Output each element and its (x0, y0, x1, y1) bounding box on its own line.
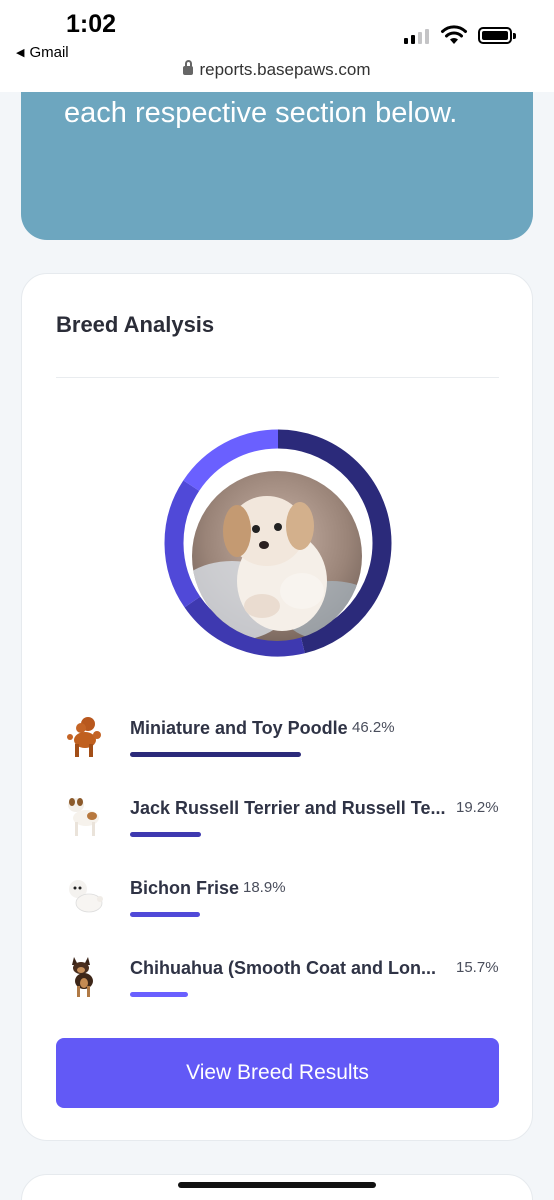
divider (56, 377, 499, 378)
url-text: reports.basepaws.com (199, 60, 371, 79)
breed-name: Miniature and Toy Poodle (130, 718, 348, 738)
banner-text: each respective section below. (64, 97, 458, 129)
jack-russell-icon (68, 798, 99, 836)
pet-photo (192, 471, 362, 641)
breed-percent: 19.2% (456, 799, 499, 816)
lock-icon (183, 60, 194, 75)
breed-row[interactable]: Chihuahua (Smooth Coat and Lon... 15.7% (56, 955, 499, 1015)
breed-bar (130, 912, 200, 917)
battery-icon (478, 27, 516, 44)
bichon-icon (69, 880, 103, 913)
status-time: 1:02 (66, 10, 117, 38)
chihuahua-icon (72, 957, 93, 997)
poodle-icon (67, 717, 101, 757)
home-indicator[interactable] (178, 1182, 376, 1188)
back-arrow-icon: ◀ (16, 47, 25, 59)
breed-percent: 15.7% (456, 959, 499, 976)
card-title: Breed Analysis (56, 312, 215, 337)
breed-row[interactable]: Bichon Frise 18.9% (56, 875, 499, 935)
back-app-label: Gmail (29, 44, 69, 61)
breed-name: Bichon Frise (130, 878, 240, 898)
breed-bar (130, 832, 202, 837)
breed-percent: 18.9% (243, 879, 286, 896)
cellular-signal-icon (404, 28, 429, 44)
breed-name: Chihuahua (Smooth Coat and Lon... (130, 958, 436, 978)
breed-row[interactable]: Miniature and Toy Poodle 46.2% (56, 715, 499, 775)
breed-name: Jack Russell Terrier and Russell Te... (130, 798, 446, 818)
breed-row[interactable]: Jack Russell Terrier and Russell Te... 1… (56, 795, 499, 855)
status-bar: 1:02 ◀ Gmail reports.basepaws.com (0, 0, 554, 92)
wifi-icon (441, 25, 467, 44)
donut-segment-3 (164, 480, 201, 608)
breed-percent: 46.2% (352, 719, 395, 736)
address-bar[interactable]: reports.basepaws.com (0, 60, 554, 80)
breed-bar (130, 992, 189, 997)
breed-bar (130, 752, 301, 757)
back-to-app-link[interactable]: ◀ Gmail (16, 44, 69, 61)
view-breed-results-button[interactable]: View Breed Results (56, 1038, 499, 1108)
breed-analysis-card: Breed Analysis Miniature and Toy Poodle … (21, 273, 533, 1141)
